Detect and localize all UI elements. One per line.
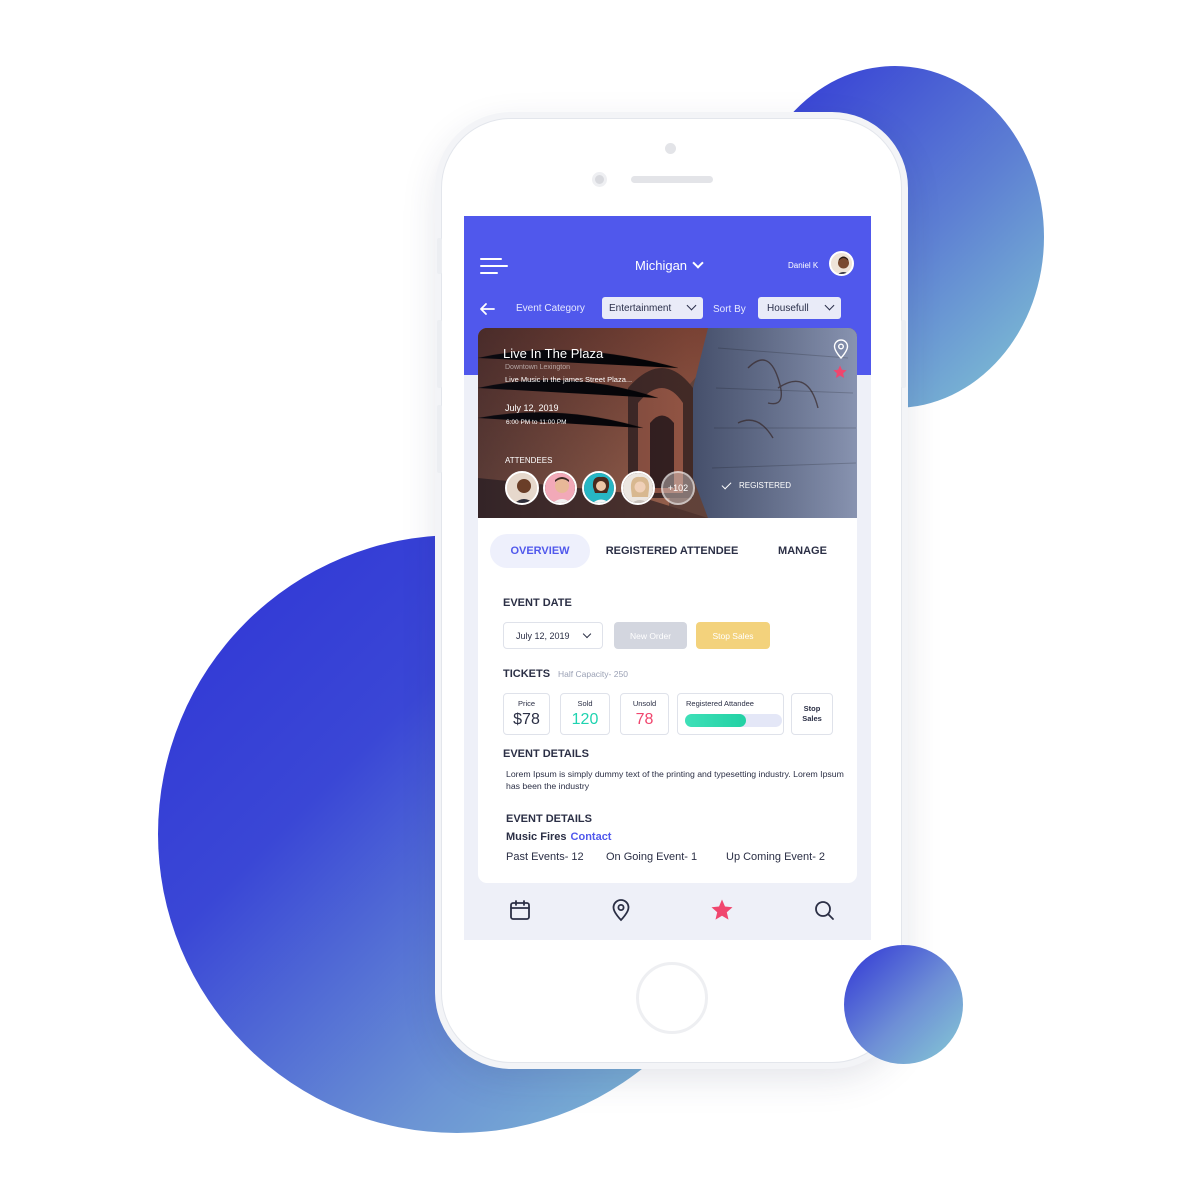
phone-volume-down bbox=[437, 405, 442, 473]
capacity-label: Half Capacity- 250 bbox=[558, 669, 628, 679]
stop-sales-button[interactable]: Stop Sales bbox=[696, 622, 770, 649]
event-details-text: Lorem Ipsum is simply dummy text of the … bbox=[506, 769, 844, 791]
location-selector[interactable]: Michigan bbox=[635, 256, 704, 274]
event-title: Live In The Plaza bbox=[503, 346, 604, 361]
event-date-value: July 12, 2019 bbox=[516, 630, 570, 641]
registered-progress-bar bbox=[685, 714, 782, 727]
price-value: $78 bbox=[513, 711, 540, 728]
registered-attendee-label: Registered Attandee bbox=[686, 699, 754, 708]
sort-by-label: Sort By bbox=[713, 304, 746, 315]
attendee-avatar[interactable] bbox=[543, 471, 577, 505]
ongoing-events: On Going Event- 1 bbox=[606, 851, 698, 863]
unsold-stat: Unsold 78 bbox=[620, 693, 669, 735]
phone-camera bbox=[592, 172, 607, 187]
more-attendees-badge[interactable]: +102 bbox=[661, 471, 695, 505]
sold-label: Sold bbox=[577, 699, 593, 708]
registered-attendee-stat: Registered Attandee bbox=[677, 693, 784, 735]
chevron-down-icon bbox=[582, 629, 592, 639]
location-pin-icon[interactable] bbox=[609, 898, 633, 922]
new-order-button[interactable]: New Order bbox=[614, 622, 687, 649]
phone-mute-switch bbox=[437, 238, 442, 274]
chevron-down-icon bbox=[686, 300, 697, 311]
tab-bar: OVERVIEW REGISTERED ATTENDEE MANAGE bbox=[490, 534, 850, 568]
event-category-select[interactable]: Entertainment bbox=[602, 297, 703, 319]
search-icon[interactable] bbox=[812, 898, 836, 922]
unsold-value: 78 bbox=[635, 711, 654, 728]
location-label: Michigan bbox=[635, 257, 688, 273]
tab-registered-attendee[interactable]: REGISTERED ATTENDEE bbox=[597, 534, 747, 568]
price-stat: Price $78 bbox=[503, 693, 550, 735]
price-label: Price bbox=[517, 699, 536, 708]
phone-home-button[interactable] bbox=[636, 962, 708, 1034]
back-arrow-icon[interactable] bbox=[479, 302, 495, 316]
stop-label-line1: Stop bbox=[803, 704, 821, 713]
attendee-avatar[interactable] bbox=[505, 471, 539, 505]
contact-link[interactable]: Contact bbox=[571, 831, 612, 843]
tab-manage[interactable]: MANAGE bbox=[760, 534, 845, 568]
stop-label-line2: Sales bbox=[802, 714, 822, 723]
phone-power-button bbox=[901, 320, 906, 388]
unsold-label: Unsold bbox=[632, 699, 657, 708]
tab-overview[interactable]: OVERVIEW bbox=[490, 534, 590, 568]
attendee-avatar[interactable] bbox=[621, 471, 655, 505]
phone-speaker bbox=[631, 176, 713, 183]
attendees-label: ATTENDEES bbox=[505, 456, 553, 465]
location-pin-icon[interactable] bbox=[832, 339, 850, 359]
menu-icon[interactable] bbox=[480, 258, 508, 276]
sort-by-select[interactable]: Housefull bbox=[758, 297, 841, 319]
favorite-star-icon[interactable] bbox=[832, 364, 848, 380]
event-time: 6:00 PM to 11:00 PM bbox=[506, 419, 567, 426]
registered-label: REGISTERED bbox=[739, 481, 792, 490]
sort-by-value: Housefull bbox=[767, 302, 809, 314]
event-date-heading: EVENT DATE bbox=[503, 597, 572, 609]
upcoming-events: Up Coming Event- 2 bbox=[726, 851, 826, 863]
attendee-avatar[interactable] bbox=[582, 471, 616, 505]
check-icon bbox=[721, 479, 732, 489]
user-name: Daniel K bbox=[788, 261, 819, 270]
tickets-heading: TICKETS bbox=[503, 668, 551, 680]
event-details-heading: EVENT DETAILS bbox=[503, 748, 589, 760]
star-icon[interactable] bbox=[710, 898, 734, 922]
event-hero-image[interactable]: Live In The Plaza Downtown Lexington Liv… bbox=[478, 328, 857, 518]
phone-sensor bbox=[665, 143, 676, 154]
phone-volume-up bbox=[437, 320, 442, 388]
past-events: Past Events- 12 bbox=[506, 851, 584, 863]
sold-stat: Sold 120 bbox=[560, 693, 610, 735]
registered-progress-fill bbox=[685, 714, 747, 727]
organizer-name: Music Fires bbox=[506, 831, 567, 843]
organizer-line: Music Fires Contact bbox=[506, 831, 611, 843]
event-description: Live Music in the james Street Plaza... bbox=[505, 375, 633, 384]
calendar-icon[interactable] bbox=[508, 898, 532, 922]
chevron-down-icon bbox=[824, 300, 835, 311]
registered-status: REGISTERED bbox=[721, 479, 792, 490]
event-category-label: Event Category bbox=[516, 303, 585, 314]
organizer-heading: EVENT DETAILS bbox=[506, 813, 592, 825]
event-card: Live In The Plaza Downtown Lexington Liv… bbox=[478, 328, 857, 883]
stage: Michigan Daniel K Event Category Enterta… bbox=[0, 0, 1200, 1200]
avatar[interactable] bbox=[829, 251, 854, 276]
event-location: Downtown Lexington bbox=[505, 364, 570, 371]
event-date: July 12, 2019 bbox=[505, 403, 559, 413]
event-category-value: Entertainment bbox=[609, 302, 672, 314]
app-screen: Michigan Daniel K Event Category Enterta… bbox=[464, 216, 871, 940]
chevron-down-icon bbox=[692, 257, 704, 269]
sold-value: 120 bbox=[571, 711, 599, 728]
event-date-select[interactable]: July 12, 2019 bbox=[503, 622, 603, 649]
decorative-circle-small bbox=[844, 945, 963, 1064]
stop-sales-box[interactable]: Stop Sales bbox=[791, 693, 833, 735]
